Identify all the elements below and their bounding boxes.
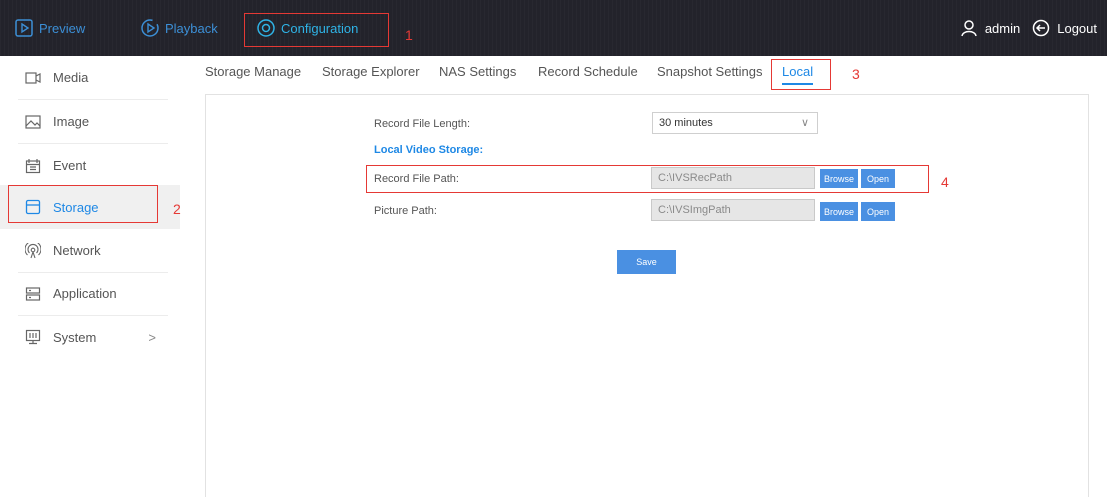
sidebar-item-image[interactable]: Image (18, 100, 168, 144)
logout-link[interactable]: Logout (1057, 21, 1097, 36)
annotation-number-4: 4 (941, 174, 949, 190)
system-icon (25, 329, 41, 345)
picture-open-button[interactable]: Open (861, 202, 895, 221)
top-navigation-bar: Preview Playback Configuration admin Log… (0, 0, 1107, 56)
nav-playback-label: Playback (165, 20, 218, 36)
chevron-down-icon: ∨ (800, 117, 809, 129)
sidebar-item-label: Media (53, 70, 89, 85)
media-icon (25, 71, 41, 84)
user-icon (961, 20, 977, 37)
picture-path-input[interactable]: C:\IVSImgPath (651, 199, 815, 221)
sidebar-item-label: System (53, 329, 97, 345)
sidebar-item-media[interactable]: Media (18, 56, 168, 100)
annotation-box-2 (8, 185, 158, 223)
sidebar-item-label: Event (53, 158, 87, 173)
sidebar-item-network[interactable]: Network (18, 229, 168, 273)
application-icon (25, 286, 41, 301)
sidebar-item-event[interactable]: Event (18, 144, 168, 188)
annotation-box-3 (771, 59, 831, 90)
record-file-length-label: Record File Length: (374, 118, 470, 130)
local-settings-panel (205, 94, 1089, 497)
tab-storage-explorer[interactable]: Storage Explorer (322, 64, 420, 79)
picture-browse-button[interactable]: Browse (820, 202, 858, 221)
tab-record-schedule[interactable]: Record Schedule (538, 64, 638, 79)
picture-path-label: Picture Path: (374, 205, 437, 217)
annotation-number-1: 1 (405, 27, 413, 43)
annotation-number-3: 3 (852, 66, 860, 82)
annotation-number-2: 2 (173, 201, 181, 217)
annotation-box-1 (244, 13, 389, 47)
nav-playback[interactable]: Playback (140, 14, 218, 42)
annotation-box-4 (366, 165, 929, 193)
tab-storage-manage[interactable]: Storage Manage (205, 64, 301, 79)
user-area: admin Logout (960, 14, 1097, 42)
playback-icon (141, 19, 159, 37)
sidebar-item-label: Application (53, 286, 117, 301)
preview-icon (15, 19, 33, 37)
tab-nas-settings[interactable]: NAS Settings (439, 64, 516, 79)
logout-icon[interactable] (1032, 19, 1050, 37)
sidebar-item-label: Network (53, 243, 101, 258)
local-video-storage-heading: Local Video Storage: (374, 144, 484, 156)
tab-snapshot-settings[interactable]: Snapshot Settings (657, 64, 763, 79)
sidebar-item-label: Image (53, 114, 90, 129)
network-icon (25, 242, 41, 258)
app-root: Preview Playback Configuration admin Log… (0, 0, 1107, 497)
record-file-length-value: 30 minutes (659, 117, 713, 129)
username[interactable]: admin (985, 21, 1020, 36)
event-icon (25, 158, 41, 173)
image-icon (25, 114, 41, 129)
sidebar-item-application[interactable]: Application (18, 272, 168, 316)
save-button[interactable]: Save (617, 250, 676, 274)
nav-preview[interactable]: Preview (14, 14, 85, 42)
sidebar-item-system[interactable]: System > (18, 315, 168, 359)
nav-preview-label: Preview (39, 20, 86, 36)
sidebar: Media Image Event Storage Network Applic… (0, 56, 180, 497)
record-file-length-select[interactable]: 30 minutes ∨ (652, 112, 818, 134)
chevron-right-icon: > (148, 329, 156, 345)
